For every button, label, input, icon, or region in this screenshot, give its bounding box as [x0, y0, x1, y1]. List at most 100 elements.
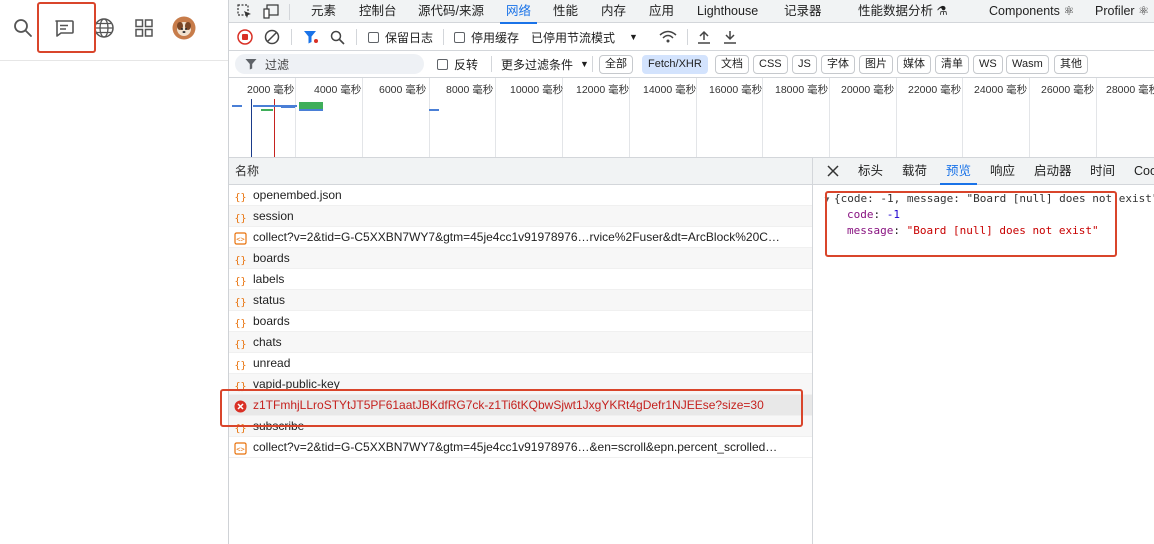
inspect-element-icon[interactable] — [237, 4, 252, 22]
svg-text:{}: {} — [234, 277, 246, 288]
export-har-icon[interactable] — [723, 24, 737, 50]
chip-wasm[interactable]: Wasm — [1006, 55, 1049, 74]
table-row[interactable]: {} chats — [229, 332, 812, 353]
tab-application[interactable]: 应用 — [649, 0, 674, 23]
tab-cookies[interactable]: Coo — [1134, 158, 1154, 185]
tab-recorder[interactable]: 记录器 — [784, 0, 822, 23]
xhr-icon: {} — [234, 315, 247, 330]
svg-text:<>: <> — [236, 446, 244, 454]
apps-grid-icon[interactable] — [130, 14, 158, 42]
filter-bar: 过滤 反转 更多过滤条件 ▼ 全部 Fetch/XHR 文档 CSS JS 字体… — [229, 51, 1154, 78]
chip-fetch-xhr[interactable]: Fetch/XHR — [642, 55, 708, 74]
table-row[interactable]: <> collect?v=2&tid=G-C5XXBN7WY7&gtm=45je4… — [229, 227, 812, 248]
tick-label: 12000 毫秒 — [576, 84, 630, 96]
disable-cache-checkbox[interactable]: 停用缓存 — [454, 24, 519, 50]
table-row[interactable]: {} unread — [229, 353, 812, 374]
request-name: chats — [253, 335, 282, 349]
tick-label: 8000 毫秒 — [446, 84, 494, 96]
tick-label: 14000 毫秒 — [643, 84, 697, 96]
dropdown-arrow-icon: ▼ — [629, 32, 638, 42]
checkbox-box[interactable] — [454, 31, 465, 43]
name-column-header[interactable]: 名称 — [229, 158, 812, 185]
table-row[interactable]: {} session — [229, 206, 812, 227]
tab-elements[interactable]: 元素 — [311, 0, 336, 23]
tab-performance[interactable]: 性能 — [553, 0, 578, 23]
checkbox-box[interactable] — [368, 31, 379, 43]
chip-font[interactable]: 字体 — [821, 55, 855, 74]
highlight-box — [220, 389, 803, 427]
tick-label: 10000 毫秒 — [510, 84, 564, 96]
tab-initiator[interactable]: 启动器 — [1034, 158, 1072, 185]
network-overview[interactable]: 2000 毫秒 4000 毫秒 6000 毫秒 8000 毫秒 10000 毫秒… — [229, 78, 1154, 158]
tab-headers[interactable]: 标头 — [858, 158, 883, 185]
chip-other[interactable]: 其他 — [1054, 55, 1088, 74]
xhr-icon: {} — [234, 357, 247, 372]
checkbox-box[interactable] — [437, 58, 448, 70]
chip-manifest[interactable]: 清单 — [935, 55, 969, 74]
table-row[interactable]: {} boards — [229, 311, 812, 332]
highlight-box — [825, 191, 1117, 257]
table-row[interactable]: {} boards — [229, 248, 812, 269]
tick-label: 28000 毫秒 — [1106, 84, 1154, 96]
tick-label: 2000 毫秒 — [247, 84, 295, 96]
tab-memory[interactable]: 内存 — [601, 0, 626, 23]
tab-preview[interactable]: 预览 — [939, 158, 978, 185]
timeline-bar — [281, 106, 295, 108]
svg-text:<>: <> — [236, 236, 244, 244]
throttle-select[interactable]: 已停用节流模式 ▼ — [531, 24, 638, 50]
preserve-log-checkbox[interactable]: 保留日志 — [368, 24, 433, 50]
avatar[interactable] — [170, 14, 198, 42]
tick-label: 18000 毫秒 — [775, 84, 829, 96]
chip-media[interactable]: 媒体 — [897, 55, 931, 74]
request-name: unread — [253, 356, 291, 370]
filter-funnel-icon[interactable] — [303, 24, 319, 50]
tab-performance-insights[interactable]: 性能数据分析 ⚗ — [858, 0, 948, 23]
xhr-icon: {} — [234, 189, 247, 204]
clear-icon[interactable] — [264, 24, 280, 50]
device-toolbar-icon[interactable] — [263, 4, 279, 22]
filter-input[interactable]: 过滤 — [235, 54, 424, 74]
svg-text:{}: {} — [234, 256, 246, 267]
search-icon[interactable] — [330, 24, 345, 50]
chip-ws[interactable]: WS — [973, 55, 1003, 74]
dom-loaded-marker — [251, 99, 252, 157]
chip-doc[interactable]: 文档 — [715, 55, 749, 74]
tab-profiler[interactable]: Profiler ⚛ — [1095, 0, 1149, 23]
timeline-bar — [429, 109, 439, 111]
close-icon[interactable] — [827, 165, 839, 180]
tab-sources[interactable]: 源代码/来源 — [418, 0, 484, 23]
invert-checkbox[interactable]: 反转 — [437, 51, 478, 77]
chip-img[interactable]: 图片 — [859, 55, 893, 74]
network-conditions-icon[interactable] — [659, 24, 677, 50]
tab-components[interactable]: Components ⚛ — [989, 0, 1075, 23]
tab-console[interactable]: 控制台 — [359, 0, 397, 23]
search-icon[interactable] — [9, 14, 37, 42]
tick-label: 26000 毫秒 — [1041, 84, 1095, 96]
divider — [443, 29, 444, 45]
tab-timing[interactable]: 时间 — [1090, 158, 1115, 185]
import-har-icon[interactable] — [697, 24, 711, 50]
more-filters-dropdown[interactable]: 更多过滤条件 ▼ — [501, 51, 589, 77]
svg-text:{}: {} — [234, 319, 246, 330]
request-name: openembed.json — [253, 188, 342, 202]
table-row[interactable]: <> collect?v=2&tid=G-C5XXBN7WY7&gtm=45je4… — [229, 437, 812, 458]
devtools-tabbar: 元素 控制台 源代码/来源 网络 性能 内存 应用 Lighthouse 记录器… — [229, 0, 1154, 24]
svg-text:{}: {} — [234, 340, 246, 351]
chip-all[interactable]: 全部 — [599, 55, 633, 74]
throttle-label: 已停用节流模式 — [531, 30, 616, 45]
tab-network[interactable]: 网络 — [499, 0, 538, 24]
tick-label: 24000 毫秒 — [974, 84, 1028, 96]
table-row[interactable]: {} status — [229, 290, 812, 311]
chip-js[interactable]: JS — [792, 55, 817, 74]
tab-payload[interactable]: 载荷 — [902, 158, 927, 185]
doc-icon: <> — [234, 441, 247, 455]
tab-lighthouse[interactable]: Lighthouse — [697, 0, 758, 23]
table-row[interactable]: {} openembed.json — [229, 185, 812, 206]
more-filters-label: 更多过滤条件 — [501, 57, 574, 72]
tab-response[interactable]: 响应 — [990, 158, 1015, 185]
divider — [289, 4, 290, 20]
record-stop-icon[interactable] — [237, 24, 253, 50]
table-row[interactable]: {} labels — [229, 269, 812, 290]
request-name: collect?v=2&tid=G-C5XXBN7WY7&gtm=45je4cc… — [253, 440, 778, 454]
chip-css[interactable]: CSS — [753, 55, 788, 74]
